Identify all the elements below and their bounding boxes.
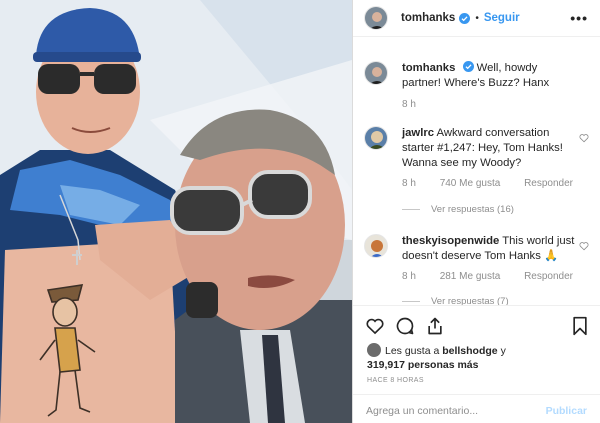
likes-count[interactable]: 319,917 personas más	[367, 359, 479, 371]
view-replies-label[interactable]: Ver respuestas (16)	[431, 204, 514, 215]
post-photo-illustration	[0, 0, 352, 423]
comment-username[interactable]: theskyisopenwide	[402, 235, 499, 247]
share-icon[interactable]	[425, 316, 445, 336]
comment-input[interactable]: Agrega un comentario...	[366, 405, 478, 417]
caption-text: tomhanks Well, howdy partner! Where's Bu…	[402, 61, 576, 91]
comment-likes[interactable]: 281 Me gusta	[440, 271, 501, 282]
caption-username[interactable]: tomhanks	[402, 62, 455, 74]
comment-likes[interactable]: 740 Me gusta	[440, 178, 501, 189]
liker-avatar	[367, 343, 381, 357]
author-avatar[interactable]	[364, 6, 388, 30]
comments-list[interactable]: tomhanks Well, howdy partner! Where's Bu…	[353, 37, 600, 305]
comment-meta: 8 h 281 Me gusta Responder	[402, 271, 594, 282]
post-actions-section: Les gusta a bellshodge y 319,917 persona…	[353, 305, 600, 394]
verified-badge-icon	[462, 61, 474, 72]
likes-user[interactable]: bellshodge	[442, 345, 497, 357]
replies-line	[402, 300, 420, 302]
bookmark-icon[interactable]	[571, 316, 589, 336]
author-username[interactable]: tomhanks	[401, 12, 455, 24]
commenter-avatar[interactable]	[364, 126, 388, 150]
likes-connector: y	[500, 345, 506, 357]
more-options-icon[interactable]: •••	[570, 10, 588, 26]
comment-text: theskyisopenwide This world just doesn't…	[402, 234, 576, 264]
caption-time[interactable]: 8 h	[402, 99, 416, 110]
post-side-panel: tomhanks • Seguir ••• tomhanks Well, how…	[353, 0, 600, 423]
add-comment-bar: Agrega un comentario... Publicar	[353, 394, 600, 423]
post-timestamp[interactable]: HACE 8 HORAS	[367, 377, 424, 384]
likes-prefix: Les gusta a	[385, 345, 440, 357]
action-bar	[365, 316, 590, 336]
view-replies-label[interactable]: Ver respuestas (7)	[431, 296, 509, 305]
commenter-avatar[interactable]	[364, 234, 388, 258]
comment-meta: 8 h 740 Me gusta Responder	[402, 178, 594, 189]
comment-time[interactable]: 8 h	[402, 271, 416, 282]
view-replies[interactable]: Ver respuestas (16)	[402, 204, 514, 215]
comment-time[interactable]: 8 h	[402, 178, 416, 189]
follow-button[interactable]: Seguir	[484, 12, 520, 24]
heart-icon[interactable]	[365, 316, 385, 336]
reply-button[interactable]: Responder	[524, 178, 573, 189]
publish-button[interactable]: Publicar	[546, 405, 587, 417]
view-replies[interactable]: Ver respuestas (7)	[402, 296, 509, 305]
reply-button[interactable]: Responder	[524, 271, 573, 282]
post-photo[interactable]	[0, 0, 352, 423]
post-header: tomhanks • Seguir •••	[353, 0, 600, 37]
comment-heart-icon[interactable]	[579, 133, 589, 143]
comment-text: jawlrc Awkward conversation starter #1,2…	[402, 126, 576, 171]
caption-avatar[interactable]	[364, 61, 388, 85]
verified-badge-icon	[459, 12, 471, 24]
comment-icon[interactable]	[395, 316, 415, 336]
caption-meta: 8 h	[402, 99, 437, 110]
replies-line	[402, 208, 420, 210]
likes-summary[interactable]: Les gusta a bellshodge y 319,917 persona…	[367, 343, 506, 372]
comment-username[interactable]: jawlrc	[402, 127, 434, 139]
comment-heart-icon[interactable]	[579, 241, 589, 251]
header-separator: •	[475, 12, 479, 24]
